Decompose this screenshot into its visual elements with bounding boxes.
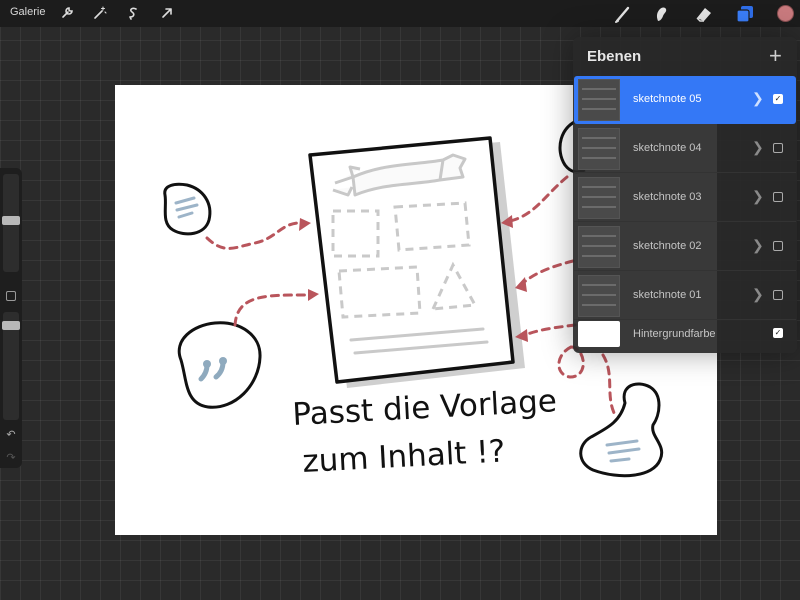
eyedropper-square-icon[interactable] — [6, 291, 16, 301]
layer-visibility-checkbox[interactable] — [773, 143, 783, 153]
layer-thumbnail — [578, 79, 620, 121]
brush-icon[interactable] — [612, 3, 634, 25]
arrow-dashed-3 — [508, 175, 569, 223]
layer-thumbnail — [578, 275, 620, 317]
background-visibility-checkbox[interactable]: ✓ — [773, 328, 783, 338]
chevron-right-icon[interactable]: ❯ — [752, 237, 764, 254]
color-picker-swatch[interactable] — [777, 5, 794, 22]
layer-name: sketchnote 04 — [633, 142, 702, 154]
add-layer-button[interactable]: + — [769, 43, 782, 69]
top-toolbar: Galerie — [0, 0, 800, 27]
idea-blob-icon — [579, 382, 664, 478]
left-sidebar: ↶ ↷ — [0, 168, 22, 468]
background-layer-name: Hintergrundfarbe — [633, 328, 716, 340]
arrow-dashed-6 — [601, 353, 617, 417]
arrow-dashed-5 — [523, 323, 577, 337]
layer-visibility-checkbox[interactable] — [773, 241, 783, 251]
layer-visibility-checkbox[interactable]: ✓ — [773, 94, 783, 104]
quote-blob-icon — [177, 321, 262, 409]
chevron-right-icon[interactable]: ❯ — [752, 286, 764, 303]
chevron-right-icon[interactable]: ❯ — [752, 90, 764, 107]
smudge-icon[interactable] — [650, 3, 672, 25]
transform-arrow-icon[interactable] — [157, 3, 177, 23]
arrow-dashed-4 — [521, 259, 575, 285]
magic-wand-icon[interactable] — [90, 3, 110, 23]
layer-row[interactable]: sketchnote 02 ❯ — [574, 223, 796, 271]
redo-icon[interactable]: ↷ — [5, 452, 17, 464]
background-color-layer[interactable]: Hintergrundfarbe ✓ — [574, 319, 796, 349]
layer-row[interactable]: sketchnote 04 ❯ — [574, 125, 796, 173]
chevron-right-icon[interactable]: ❯ — [752, 188, 764, 205]
arrow-dashed-2 — [233, 293, 307, 327]
layer-name: sketchnote 01 — [633, 289, 702, 301]
layer-row[interactable]: sketchnote 01 ❯ — [574, 272, 796, 320]
list-blob-icon — [163, 182, 212, 236]
wrench-icon[interactable] — [57, 3, 77, 23]
opacity-thumb[interactable] — [2, 321, 20, 330]
selection-icon[interactable] — [123, 3, 143, 23]
background-color-swatch[interactable] — [578, 321, 620, 347]
layer-row[interactable]: sketchnote 03 ❯ — [574, 174, 796, 222]
arrow-dashed-1 — [205, 221, 299, 250]
layer-name: sketchnote 05 — [633, 93, 702, 105]
chevron-right-icon[interactable]: ❯ — [752, 139, 764, 156]
layer-visibility-checkbox[interactable] — [773, 290, 783, 300]
headline-line-2: zum Inhalt !? — [302, 433, 507, 480]
layer-name: sketchnote 03 — [633, 191, 702, 203]
layer-name: sketchnote 02 — [633, 240, 702, 252]
layer-thumbnail — [578, 128, 620, 170]
gallery-button[interactable]: Galerie — [10, 6, 45, 18]
layer-visibility-checkbox[interactable] — [773, 192, 783, 202]
headline-line-1: Passt die Vorlage — [292, 383, 558, 433]
layer-row[interactable]: sketchnote 05 ❯ ✓ — [574, 76, 796, 124]
layer-thumbnail — [578, 177, 620, 219]
layers-panel-title: Ebenen — [587, 48, 642, 65]
layers-panel: Ebenen + sketchnote 05 ❯ ✓ sketchnote 04… — [573, 37, 797, 353]
undo-icon[interactable]: ↶ — [5, 429, 17, 441]
layer-thumbnail — [578, 226, 620, 268]
layers-icon[interactable] — [734, 3, 756, 25]
brush-size-thumb[interactable] — [2, 216, 20, 225]
eraser-icon[interactable] — [693, 3, 715, 25]
